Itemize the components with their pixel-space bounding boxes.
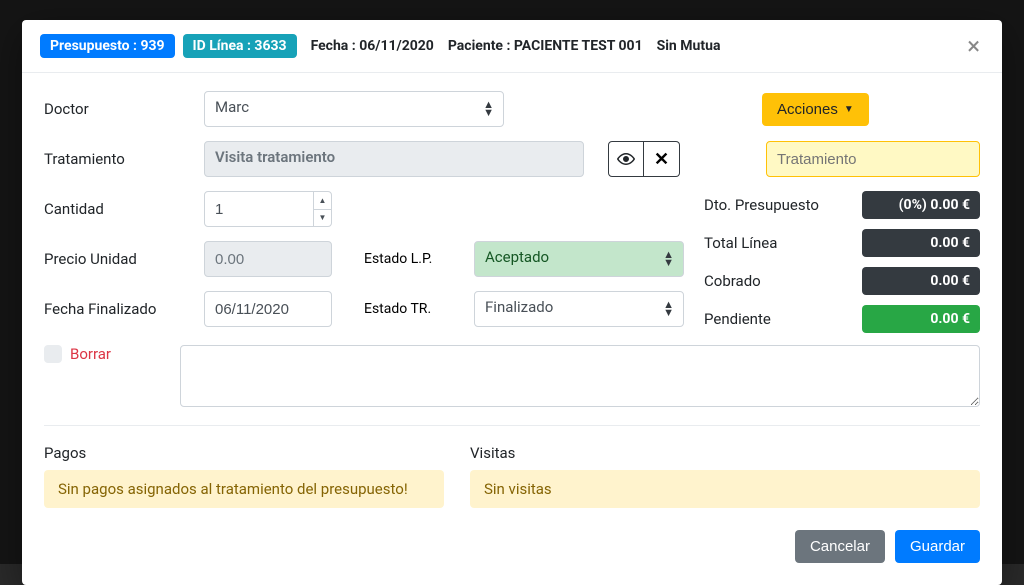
- fecha-fin-input[interactable]: [204, 291, 332, 327]
- cantidad-spinner[interactable]: ▲▼: [313, 192, 331, 226]
- estado-lp-label: Estado L.P.: [364, 251, 474, 267]
- pendiente-label: Pendiente: [704, 310, 771, 328]
- eye-icon: [617, 150, 635, 168]
- tratamiento-actions: ✕: [608, 141, 680, 177]
- estado-tr-select[interactable]: Finalizado: [474, 291, 684, 327]
- dto-value: (0%) 0.00 €: [862, 191, 980, 219]
- cobrado-value: 0.00 €: [862, 267, 980, 295]
- fecha-fin-label: Fecha Finalizado: [44, 300, 204, 318]
- pagos-title: Pagos: [44, 444, 444, 462]
- acciones-button[interactable]: Acciones ▼: [762, 93, 869, 126]
- precio-label: Precio Unidad: [44, 250, 204, 268]
- total-value: 0.00 €: [862, 229, 980, 257]
- cantidad-label: Cantidad: [44, 200, 204, 218]
- presupuesto-badge: Presupuesto : 939: [40, 34, 175, 58]
- tratamiento-search-input[interactable]: [766, 141, 980, 177]
- fecha-header: Fecha : 06/11/2020: [311, 38, 434, 54]
- visitas-empty-alert: Sin visitas: [470, 470, 980, 508]
- cancel-button[interactable]: Cancelar: [795, 530, 885, 563]
- edit-line-modal: Presupuesto : 939 ID Línea : 3633 Fecha …: [22, 20, 1002, 585]
- view-icon-button[interactable]: [608, 141, 644, 177]
- paciente-header: Paciente : PACIENTE TEST 001: [448, 38, 643, 54]
- tratamiento-field: Visita tratamiento: [204, 141, 584, 177]
- borrar-checkbox[interactable]: [44, 345, 62, 363]
- close-icon[interactable]: ×: [963, 34, 984, 58]
- caret-down-icon: ▼: [844, 104, 854, 115]
- borrar-label: Borrar: [70, 345, 111, 363]
- doctor-label: Doctor: [44, 100, 204, 118]
- total-label: Total Línea: [704, 234, 777, 252]
- pagos-empty-alert: Sin pagos asignados al tratamiento del p…: [44, 470, 444, 508]
- estado-tr-label: Estado TR.: [364, 301, 474, 317]
- linea-badge: ID Línea : 3633: [183, 34, 297, 58]
- dto-label: Dto. Presupuesto: [704, 196, 819, 214]
- cobrado-label: Cobrado: [704, 272, 761, 290]
- doctor-select[interactable]: Marc: [204, 91, 504, 127]
- modal-header: Presupuesto : 939 ID Línea : 3633 Fecha …: [22, 20, 1002, 73]
- notes-textarea[interactable]: [180, 345, 980, 407]
- pendiente-value: 0.00 €: [862, 305, 980, 333]
- estado-lp-select[interactable]: Aceptado: [474, 241, 684, 277]
- x-icon: ✕: [654, 149, 669, 170]
- tratamiento-label: Tratamiento: [44, 150, 204, 168]
- clear-icon-button[interactable]: ✕: [644, 141, 680, 177]
- precio-input: [204, 241, 332, 277]
- visitas-title: Visitas: [470, 444, 980, 462]
- mutua-header: Sin Mutua: [657, 38, 721, 54]
- save-button[interactable]: Guardar: [895, 530, 980, 563]
